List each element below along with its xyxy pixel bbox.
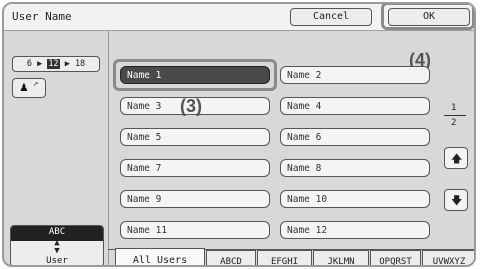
page-total: 2 (451, 118, 457, 128)
edit-icon: ↗ (33, 79, 39, 89)
sort-bottom-label: User (46, 256, 68, 266)
arrow-up-icon: 🡅 (451, 152, 463, 165)
arrow-right-icon: ▶ (64, 59, 70, 69)
name-button-9[interactable]: Name 9 (120, 190, 270, 208)
sort-toggle-button[interactable]: ABC ▲ ▼ User (10, 225, 104, 266)
name-button-10[interactable]: Name 10 (280, 190, 430, 208)
scroll-down-button[interactable]: 🡇 (444, 189, 468, 211)
ok-highlight (381, 4, 474, 30)
tab-jklmn[interactable]: JKLMN (313, 250, 369, 265)
name-button-5[interactable]: Name 5 (120, 128, 270, 146)
sort-arrows-icon: ▲ ▼ (54, 238, 60, 256)
tab-abcd[interactable]: ABCD (206, 250, 256, 265)
arrow-down-icon: 🡇 (451, 194, 463, 207)
page-current: 1 (451, 103, 457, 113)
page-range-indicator[interactable]: 6 ▶ 12 ▶ 18 (12, 56, 100, 72)
name-button-2[interactable]: Name 2 (280, 66, 430, 84)
tab-opqrst[interactable]: OPQRST (370, 250, 421, 265)
page-divider (444, 115, 466, 116)
user-icon: ♟ (20, 80, 28, 95)
user-settings-button[interactable]: ♟ ↗ (12, 78, 46, 98)
dialog-screen: User Name Cancel OK (4) 6 ▶ 12 ▶ 18 ♟ ↗ … (2, 2, 476, 267)
cancel-button[interactable]: Cancel (290, 8, 372, 26)
name-button-7[interactable]: Name 7 (120, 159, 270, 177)
page-title: User Name (12, 10, 72, 23)
name-button-8[interactable]: Name 8 (280, 159, 430, 177)
callout-3: (3) (180, 96, 202, 116)
name-button-4[interactable]: Name 4 (280, 97, 430, 115)
name-1-highlight (113, 59, 277, 91)
tab-all-users[interactable]: All Users (115, 248, 205, 265)
arrow-right-icon: ▶ (37, 59, 43, 69)
left-panel-divider (108, 30, 109, 265)
name-button-6[interactable]: Name 6 (280, 128, 430, 146)
tab-efghi[interactable]: EFGHI (257, 250, 312, 265)
name-button-11[interactable]: Name 11 (120, 221, 270, 239)
scroll-up-button[interactable]: 🡅 (444, 147, 468, 169)
tab-uvwxyz[interactable]: UVWXYZ (422, 250, 474, 265)
name-button-12[interactable]: Name 12 (280, 221, 430, 239)
